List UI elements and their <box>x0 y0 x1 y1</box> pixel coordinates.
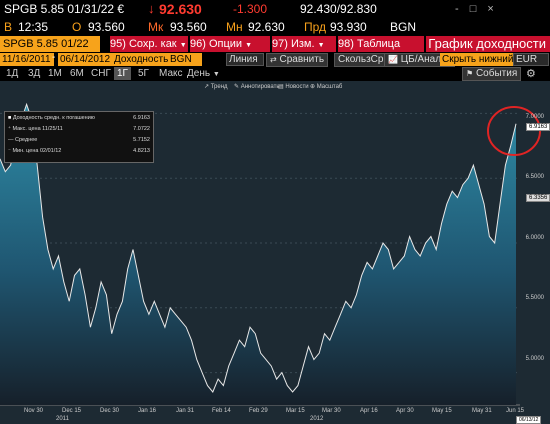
y-tick: 5.0000 <box>525 356 544 362</box>
options-menu[interactable]: 96) Опции ▼ <box>190 36 270 52</box>
edit-menu[interactable]: 97) Изм. ▼ <box>272 36 336 52</box>
events-button[interactable]: ⚑ События <box>462 67 522 81</box>
ticker-label: SPGB 5.85 01/31/22 € <box>4 2 125 16</box>
gear-icon[interactable]: ⚙ <box>526 67 536 80</box>
period-ytd[interactable]: СНГ <box>91 67 111 80</box>
last-date-flag: 06/13/12 <box>516 416 542 424</box>
period-6m[interactable]: 6М <box>70 67 84 80</box>
zoom-tool[interactable]: ⊕ Масштаб <box>310 83 342 90</box>
chevron-down-icon: ▼ <box>212 71 220 78</box>
page-title: График доходности <box>426 36 550 52</box>
x-tick: Mar 30 <box>322 408 341 414</box>
prev-label: Прд <box>304 20 327 34</box>
low-value: 92.630 <box>248 20 285 34</box>
pricing-source: BGN <box>390 20 417 34</box>
date-from-field[interactable]: 11/16/2011 <box>0 53 54 66</box>
y-tick: 6.5000 <box>525 174 544 180</box>
legend-row: ⁻ Мин. цена 02/01/12 4.8213 <box>8 148 150 154</box>
window-controls[interactable]: - □ × <box>455 0 498 18</box>
x-tick: Feb 14 <box>212 408 231 414</box>
flag-icon: ⚑ <box>466 69 474 78</box>
period-3d[interactable]: 3Д <box>28 67 40 80</box>
chevron-down-icon: ▼ <box>245 42 253 49</box>
legend-row: ⁺ Макс. цена 11/25/11 7.0722 <box>8 126 150 132</box>
currency-select[interactable]: EUR <box>513 53 549 66</box>
x-tick: May 31 <box>472 408 492 414</box>
period-1d[interactable]: 1Д <box>6 67 18 80</box>
period-1y[interactable]: 1Г <box>114 67 131 80</box>
chevron-down-icon: ▼ <box>317 42 325 49</box>
y-tick: 6.0000 <box>525 235 544 241</box>
high-label: Мк <box>148 20 164 34</box>
field-select[interactable]: Доходность <box>112 53 170 66</box>
source-field[interactable]: BGN <box>168 53 202 66</box>
legend-row: ■ Доходность средн. к погашению 6.9163 <box>8 115 150 121</box>
prev-value: 93.930 <box>330 20 367 34</box>
chart-settings: 11/16/2011 - 06/14/2012 Доходность BGN Л… <box>0 52 550 67</box>
security-button[interactable]: SPGB 5.85 01/22 <box>0 36 100 52</box>
x-tick: Nov 30 <box>24 408 44 414</box>
last-value-flag: 6.9163 <box>526 123 550 131</box>
x-tick: Jan 31 <box>176 408 195 414</box>
date-separator: - <box>52 52 56 63</box>
quote-details: В 12:35 О 93.560 Мк 93.560 Мн 92.630 Прд… <box>0 18 550 36</box>
yield-chart: ↗ Тренд ✎ Аннотировать ▤ Новости ⊕ Масшт… <box>0 81 550 424</box>
high-value: 93.560 <box>170 20 207 34</box>
chart-icon: 📈 <box>388 55 398 64</box>
hide-lower-select[interactable]: Скрыть нижний <box>440 53 514 66</box>
line-type-select[interactable]: Линия <box>226 53 264 66</box>
x-tick: May 15 <box>432 408 452 414</box>
price-change: -1.300 <box>233 2 268 16</box>
legend-row: — Среднее 5.7152 <box>8 137 150 143</box>
x-tick: Dec 30 <box>100 408 120 414</box>
last-price: 92.630 <box>159 1 202 17</box>
y-tick: 7.0000 <box>525 114 544 120</box>
x-year: 2012 <box>310 416 324 422</box>
open-value: 93.560 <box>88 20 125 34</box>
low-label: Мн <box>226 20 243 34</box>
quote-header: SPGB 5.85 01/31/22 € ↓ 92.630 -1.300 92.… <box>0 0 550 18</box>
x-tick: Jun 15 <box>506 408 525 414</box>
x-year: 2011 <box>56 416 69 422</box>
chart-legend: ■ Доходность средн. к погашению 6.9163 ⁺ … <box>4 111 154 163</box>
annotate-tool[interactable]: ✎ Аннотировать <box>234 83 280 90</box>
compare-icon: ⇄ <box>270 55 277 64</box>
x-tick: Mar 15 <box>286 408 305 414</box>
time-value: 12:35 <box>18 20 49 34</box>
compare-button[interactable]: ⇄ Сравнить <box>266 53 329 67</box>
date-to-field[interactable]: 06/14/2012 <box>58 53 114 66</box>
x-tick: Apr 30 <box>396 408 414 414</box>
x-tick: Apr 16 <box>360 408 378 414</box>
save-as-menu[interactable]: 95) Сохр. как ▼ <box>110 36 188 52</box>
period-5y[interactable]: 5Г <box>138 67 149 80</box>
interval-select[interactable]: День ▼ <box>187 67 220 80</box>
x-tick: Dec 15 <box>62 408 82 414</box>
table-menu[interactable]: 98) Таблица <box>338 36 424 52</box>
bid-ask: 92.430/92.830 <box>300 2 377 16</box>
x-tick: Feb 29 <box>249 408 268 414</box>
period-max[interactable]: Макс <box>159 67 183 80</box>
news-tool[interactable]: ▤ Новости <box>278 83 309 90</box>
moving-average-button[interactable]: СкользСр <box>334 53 388 67</box>
y-tick: 5.5000 <box>525 295 544 301</box>
period-1m[interactable]: 1М <box>48 67 62 80</box>
x-tick: Jan 16 <box>138 408 157 414</box>
last-direction-arrow: ↓ <box>148 1 155 16</box>
open-label: О <box>72 20 82 34</box>
period-bar: 1Д 3Д 1М 6М СНГ 1Г 5Г Макс День ▼ ⚑ Собы… <box>0 67 550 81</box>
average-value-flag: 6.3356 <box>526 194 550 202</box>
chevron-down-icon: ▼ <box>179 42 187 49</box>
time-label: В <box>4 20 13 34</box>
function-toolbar: SPGB 5.85 01/22 95) Сохр. как ▼ 96) Опци… <box>0 36 550 52</box>
trend-tool[interactable]: ↗ Тренд <box>204 83 228 90</box>
